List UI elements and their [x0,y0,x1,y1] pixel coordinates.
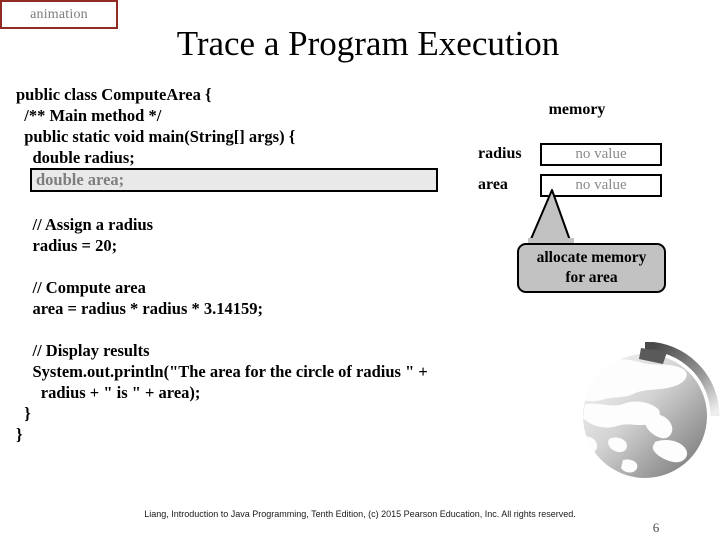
memory-label-radius: radius [478,145,522,162]
slide-canvas: animation Trace a Program Execution publ… [0,0,720,540]
code-line: // Display results [16,341,150,360]
footer-credit: Liang, Introduction to Java Programming,… [144,509,576,519]
code-line: double radius; [16,148,135,167]
code-line: } [16,425,23,444]
code-line: area = radius * radius * 3.14159; [16,299,263,318]
animation-badge-label: animation [30,6,88,22]
memory-panel-title: memory [548,101,606,118]
memory-value-radius: no value [540,143,662,166]
globe-decoration [583,342,720,492]
callout-line-2: for area [565,269,618,286]
code-block: public class ComputeArea { /** Main meth… [16,84,456,445]
page-title: Trace a Program Execution [176,24,560,63]
code-line: /** Main method */ [16,106,162,125]
code-line-highlighted: double area; [30,168,438,192]
animation-badge[interactable]: animation [0,0,118,29]
page-number: 6 [652,520,660,535]
code-line: public class ComputeArea { [16,85,212,104]
memory-label-area: area [478,176,508,193]
code-line: radius = 20; [16,236,118,255]
callout-line-1: allocate memory [536,249,647,266]
code-line: public static void main(String[] args) { [16,127,296,146]
code-line: // Compute area [16,278,146,297]
code-line: // Assign a radius [16,215,154,234]
memory-value-area: no value [540,174,662,197]
code-line: System.out.println("The area for the cir… [16,362,428,381]
code-line: } [16,404,31,423]
allocate-memory-callout: allocate memory for area [517,243,666,293]
footer: Liang, Introduction to Java Programming,… [0,508,720,540]
code-line: radius + " is " + area); [16,383,201,402]
